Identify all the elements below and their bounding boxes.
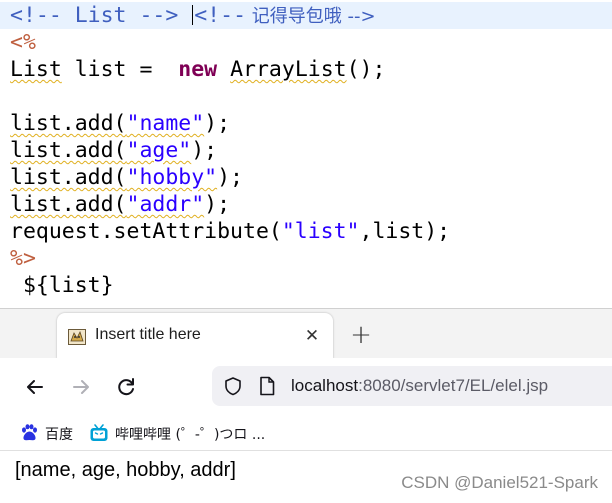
code-string: "age" [126,138,192,163]
shield-icon[interactable] [223,376,243,396]
code-line-7: list.add("hobby"); [10,164,243,191]
code-string: "hobby" [126,165,218,190]
code-line-3: List list = new ArrayList(); [10,56,385,83]
comment-reminder: 记得导包哦 --> [246,6,376,27]
code-call: request.setAttribute( [10,219,282,244]
code-keyword-new: new [178,57,218,82]
code-editor[interactable]: <!-- List --> <!-- 记得导包哦 --> <% List lis… [0,0,612,308]
code-string: "list" [281,219,360,244]
page-content: [name, age, hobby, addr] CSDN @Daniel521… [0,451,612,503]
forward-arrow-icon[interactable] [66,372,96,402]
browser-window: Insert title here ✕ + localhost:8080/ser… [0,308,612,503]
code-line-9: request.setAttribute("list",list); [10,218,450,245]
reload-icon[interactable] [111,372,141,402]
bilibili-tv-icon [90,424,108,441]
bookmark-baidu[interactable]: 百度 [19,423,79,443]
code-rest: (); [346,57,386,82]
code-type: List [10,57,62,82]
comment-list: <!-- List --> [10,3,179,28]
tab-strip: Insert title here ✕ + [0,308,612,359]
code-end: ); [191,138,218,163]
browser-tab[interactable]: Insert title here ✕ [57,313,333,359]
tomcat-favicon-icon [68,329,86,345]
code-var: list = [61,57,166,82]
code-end: ,list); [359,219,451,244]
url-host: localhost [291,376,359,395]
scriptlet-open: <% [10,30,36,55]
code-end: ); [204,192,231,217]
code-string: "name" [126,111,205,136]
url-bar[interactable]: localhost:8080/servlet7/EL/elel.jsp [212,366,612,406]
code-line-5: list.add("name"); [10,110,230,137]
code-line-8: list.add("addr"); [10,191,230,218]
code-ctor: ArrayList [230,57,347,82]
code-line-6: list.add("age"); [10,137,217,164]
code-call: list.add( [10,111,127,136]
code-call: list.add( [10,165,127,190]
new-tab-button[interactable]: + [349,322,373,348]
el-expression: ${list} [10,273,114,298]
bookmarks-toolbar: 百度 哔哩哔哩 (゜-゜)つロ ... [0,416,612,451]
page-output-text: [name, age, hobby, addr] [15,459,236,481]
code-line-1: <!-- List --> <!-- 记得导包哦 --> [0,2,612,29]
baidu-paw-icon [22,424,37,441]
tab-close-icon[interactable]: ✕ [303,327,321,345]
code-call: list.add( [10,138,127,163]
navigation-toolbar: localhost:8080/servlet7/EL/elel.jsp [0,358,612,416]
tab-title: Insert title here [95,326,201,343]
url-path: :8080/servlet7/EL/elel.jsp [358,376,549,395]
scriptlet-close: %> [10,246,36,271]
bookmark-label: 百度 [45,427,73,443]
back-arrow-icon[interactable] [20,372,50,402]
url-text[interactable]: localhost:8080/servlet7/EL/elel.jsp [291,376,548,396]
code-call: list.add( [10,192,127,217]
code-string: "addr" [126,192,205,217]
bookmark-label: 哔哩哔哩 (゜-゜)つロ ... [115,427,266,443]
comment-open: <!-- [194,3,247,28]
code-end: ); [204,111,231,136]
code-end: ); [217,165,243,190]
csdn-watermark: CSDN @Daniel521-Spark [401,473,598,492]
bookmark-bilibili[interactable]: 哔哩哔哩 (゜-゜)つロ ... [89,423,289,443]
page-info-icon[interactable] [258,376,276,396]
